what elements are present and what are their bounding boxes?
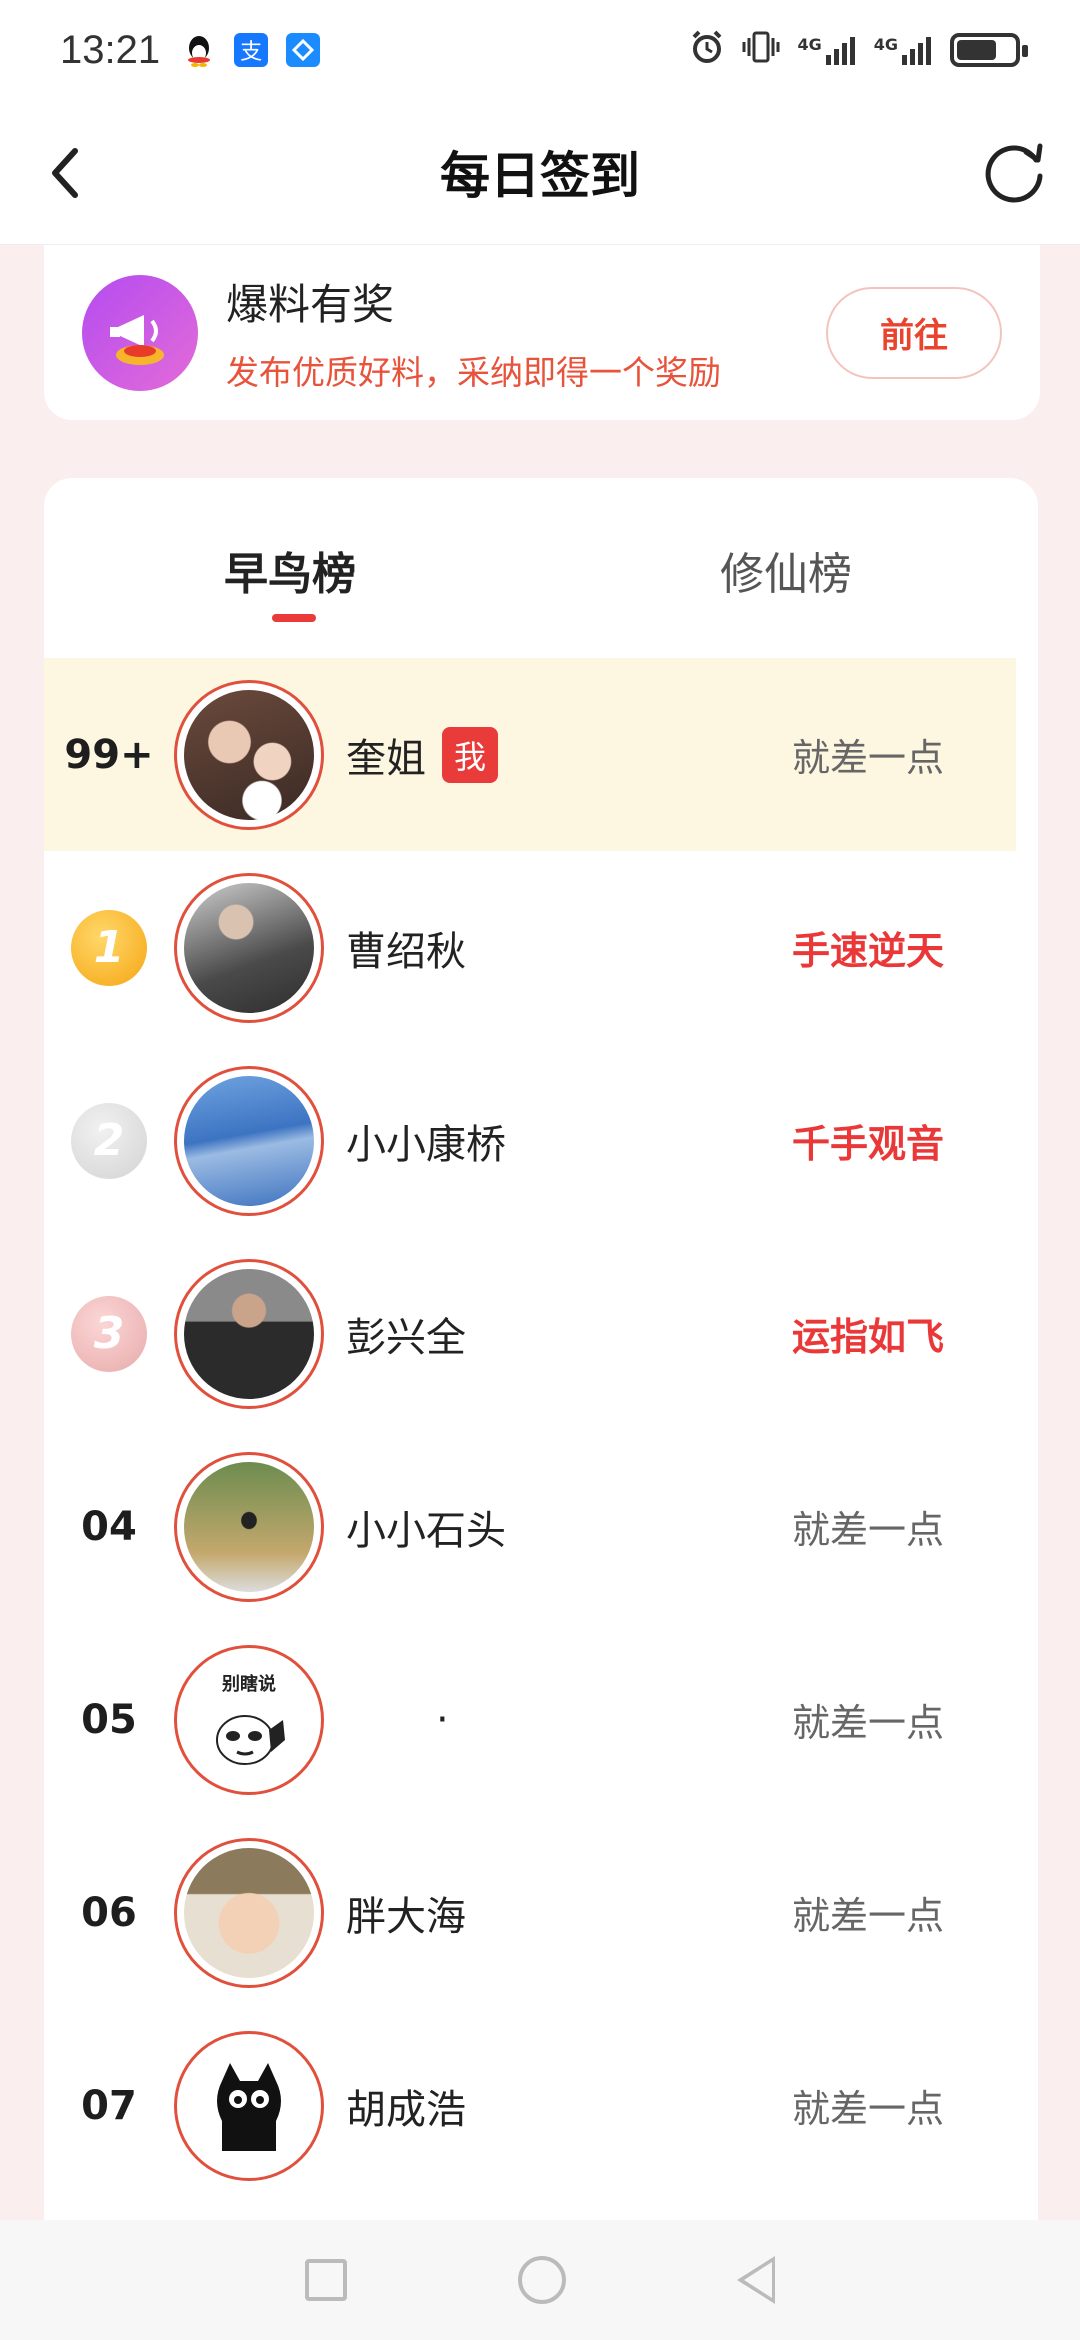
network-label: 4G xyxy=(797,35,822,54)
notification-icons: 支 xyxy=(182,33,321,67)
avatar-image xyxy=(184,1847,314,1978)
avatar-image xyxy=(184,1461,314,1592)
ranking-row[interactable]: 1 曹绍秋 手速逆天 xyxy=(44,851,1016,1044)
avatar-image xyxy=(184,1268,314,1399)
avatar[interactable] xyxy=(174,1065,324,1216)
goto-button[interactable]: 前往 xyxy=(826,286,1002,379)
promo-subtitle: 发布优质好料，采纳即得一个奖励 xyxy=(226,353,721,392)
rank-number: 05 xyxy=(81,1696,137,1743)
rank-number: 07 xyxy=(81,2082,137,2129)
user-name-text: 奎姐 xyxy=(346,735,426,782)
ranking-row[interactable]: 2 小小康桥 千手观音 xyxy=(44,1044,1016,1237)
ranking-tabs: 早鸟榜 修仙榜 xyxy=(44,478,1038,658)
rank-number: 06 xyxy=(81,1889,137,1936)
avatar-image xyxy=(184,882,314,1013)
tab-early-bird[interactable]: 早鸟榜 xyxy=(224,538,356,602)
home-circle-icon[interactable] xyxy=(517,2256,566,2304)
rank-medal-cell: 3 xyxy=(44,1295,174,1372)
bronze-medal-icon: 3 xyxy=(71,1295,147,1372)
gold-medal-icon: 1 xyxy=(71,909,147,986)
rank-title: 运指如飞 xyxy=(791,1315,944,1359)
battery-icon xyxy=(950,33,1028,67)
user-name: 胡成浩 xyxy=(346,2086,466,2133)
alipay-icon: 支 xyxy=(234,33,269,67)
ranking-row[interactable]: 04 小小石头 就差一点 xyxy=(44,1430,1016,1623)
ranking-list: 99+ 奎姐 我 就差一点 1 曹绍秋 手速逆天 2 小小康桥 千手观音 3 彭… xyxy=(44,658,1038,2202)
navigation-bar: 每日签到 xyxy=(0,100,1080,245)
tencent-app-icon xyxy=(286,33,321,67)
user-name: 奎姐 我 xyxy=(346,726,498,784)
rank-title: 就差一点 xyxy=(791,1894,944,1938)
rank-title: 就差一点 xyxy=(791,1701,944,1745)
user-name: 彭兴全 xyxy=(346,1314,466,1361)
ranking-row[interactable]: 07 胡成浩 就差一点 xyxy=(44,2009,1016,2202)
battery-level xyxy=(957,40,997,60)
signal-4g-icon: 4G xyxy=(874,35,934,65)
rank-medal-cell: 1 xyxy=(44,909,174,986)
avatar[interactable] xyxy=(174,679,324,830)
rank-title: 就差一点 xyxy=(791,2087,944,2131)
avatar[interactable] xyxy=(174,2030,324,2181)
rank-title: 千手观音 xyxy=(791,1122,944,1166)
user-name: 胖大海 xyxy=(346,1893,466,1940)
megaphone-icon xyxy=(82,274,198,391)
ranking-row[interactable]: 06 胖大海 就差一点 xyxy=(44,1816,1016,2009)
rank-number: 04 xyxy=(81,1503,137,1550)
qq-icon xyxy=(182,33,217,67)
avatar[interactable] xyxy=(174,1837,324,1988)
avatar-image xyxy=(184,689,314,820)
system-status-icons: 4G 4G xyxy=(689,29,1028,71)
alarm-icon xyxy=(689,29,725,71)
panda-meme-icon xyxy=(216,1714,285,1765)
tab-immortal[interactable]: 修仙榜 xyxy=(720,538,852,602)
promo-title: 爆料有奖 xyxy=(226,280,395,329)
page-title: 每日签到 xyxy=(440,147,640,205)
avatar[interactable] xyxy=(174,872,324,1023)
avatar-caption: 别瞎说 xyxy=(222,1673,276,1695)
system-navigation-bar xyxy=(0,2220,1080,2340)
refresh-button[interactable] xyxy=(980,138,1050,208)
user-name: 小小康桥 xyxy=(346,1121,506,1168)
user-name: 曹绍秋 xyxy=(346,928,466,975)
ranking-row-me[interactable]: 99+ 奎姐 我 就差一点 xyxy=(44,658,1016,851)
rank-title: 就差一点 xyxy=(791,1508,944,1552)
avatar[interactable]: 别瞎说 xyxy=(174,1644,324,1795)
ranking-card: 早鸟榜 修仙榜 99+ 奎姐 我 就差一点 1 曹绍秋 手速逆天 2 小小康桥 … xyxy=(44,478,1038,2340)
avatar-image: 别瞎说 xyxy=(184,1654,314,1785)
user-name: · xyxy=(436,1696,449,1743)
user-name: 小小石头 xyxy=(346,1507,506,1554)
rank-medal-cell: 2 xyxy=(44,1102,174,1179)
active-tab-indicator xyxy=(272,614,316,622)
back-triangle-icon[interactable] xyxy=(736,2256,775,2304)
rank-title: 手速逆天 xyxy=(791,929,944,973)
chevron-left-icon xyxy=(52,148,78,198)
avatar[interactable] xyxy=(174,1451,324,1602)
avatar-image xyxy=(184,2040,314,2171)
status-time: 13:21 xyxy=(60,27,161,72)
me-badge: 我 xyxy=(442,726,498,783)
rank-title: 就差一点 xyxy=(791,736,944,780)
signal-4g-icon: 4G xyxy=(797,35,857,65)
back-button[interactable] xyxy=(30,138,100,208)
ranking-row[interactable]: 05 别瞎说 · 就差一点 xyxy=(44,1623,1016,1816)
vibrate-icon xyxy=(741,30,781,70)
promo-card: 爆料有奖 发布优质好料，采纳即得一个奖励 前往 xyxy=(44,245,1040,420)
network-label: 4G xyxy=(873,35,898,54)
recents-square-icon[interactable] xyxy=(305,2259,348,2301)
rank-number: 99+ xyxy=(64,731,154,778)
refresh-icon xyxy=(985,143,1043,203)
avatar-image xyxy=(184,1075,314,1206)
status-bar: 13:21 支 4G 4G xyxy=(0,0,1080,100)
promo-text: 爆料有奖 发布优质好料，采纳即得一个奖励 xyxy=(226,271,721,394)
avatar[interactable] xyxy=(174,1258,324,1409)
silver-medal-icon: 2 xyxy=(71,1102,147,1179)
ranking-row[interactable]: 3 彭兴全 运指如飞 xyxy=(44,1237,1016,1430)
black-cat-icon xyxy=(217,2062,281,2151)
